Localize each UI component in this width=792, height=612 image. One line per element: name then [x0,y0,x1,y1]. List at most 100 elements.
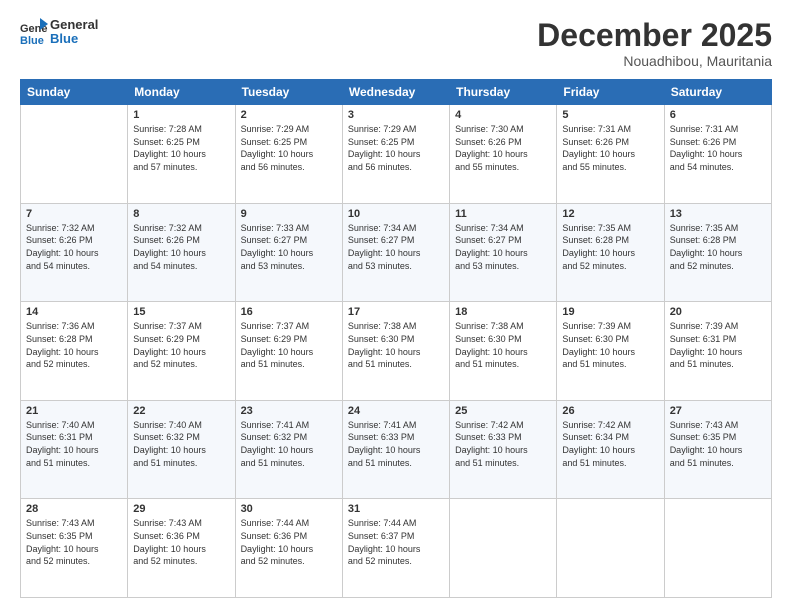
calendar-cell [450,499,557,598]
day-number: 11 [455,208,551,220]
calendar-table: SundayMondayTuesdayWednesdayThursdayFrid… [20,79,772,598]
day-number: 29 [133,503,229,515]
calendar-cell: 7 Sunrise: 7:32 AMSunset: 6:26 PMDaylight… [21,203,128,302]
day-number: 5 [562,109,658,121]
cell-content: Sunrise: 7:33 AMSunset: 6:27 PMDaylight:… [241,222,337,272]
header-day: Wednesday [342,80,449,105]
header: General Blue General Blue December 2025 … [20,18,772,69]
cell-content: Sunrise: 7:35 AMSunset: 6:28 PMDaylight:… [562,222,658,272]
title-block: December 2025 Nouadhibou, Mauritania [537,18,772,69]
cell-content: Sunrise: 7:36 AMSunset: 6:28 PMDaylight:… [26,320,122,370]
logo: General Blue General Blue [20,18,98,47]
day-number: 8 [133,208,229,220]
day-number: 20 [670,306,766,318]
header-day: Friday [557,80,664,105]
cell-content: Sunrise: 7:32 AMSunset: 6:26 PMDaylight:… [133,222,229,272]
calendar-week: 28 Sunrise: 7:43 AMSunset: 6:35 PMDayligh… [21,499,772,598]
day-number: 17 [348,306,444,318]
calendar-cell: 26Sunrise: 7:42 AMSunset: 6:34 PMDayligh… [557,400,664,499]
day-number: 6 [670,109,766,121]
calendar-cell: 27 Sunrise: 7:43 AMSunset: 6:35 PMDayligh… [664,400,771,499]
calendar-cell: 29 Sunrise: 7:43 AMSunset: 6:36 PMDayligh… [128,499,235,598]
cell-content: Sunrise: 7:42 AMSunset: 6:33 PMDaylight:… [455,419,551,469]
day-number: 24 [348,405,444,417]
cell-content: Sunrise: 7:34 AMSunset: 6:27 PMDaylight:… [348,222,444,272]
day-number: 10 [348,208,444,220]
day-number: 27 [670,405,766,417]
cell-content: Sunrise: 7:41 AMSunset: 6:32 PMDaylight:… [241,419,337,469]
calendar-cell: 2 Sunrise: 7:29 AMSunset: 6:25 PMDaylight… [235,105,342,204]
day-number: 19 [562,306,658,318]
header-day: Monday [128,80,235,105]
calendar-cell [664,499,771,598]
calendar-cell [557,499,664,598]
calendar-cell: 17Sunrise: 7:38 AMSunset: 6:30 PMDayligh… [342,302,449,401]
cell-content: Sunrise: 7:30 AMSunset: 6:26 PMDaylight:… [455,123,551,173]
header-day: Saturday [664,80,771,105]
calendar-cell: 6 Sunrise: 7:31 AMSunset: 6:26 PMDaylight… [664,105,771,204]
calendar-cell: 14Sunrise: 7:36 AMSunset: 6:28 PMDayligh… [21,302,128,401]
cell-content: Sunrise: 7:43 AMSunset: 6:35 PMDaylight:… [670,419,766,469]
calendar-cell: 25 Sunrise: 7:42 AMSunset: 6:33 PMDayligh… [450,400,557,499]
cell-content: Sunrise: 7:44 AMSunset: 6:36 PMDaylight:… [241,517,337,567]
svg-text:Blue: Blue [20,35,44,46]
cell-content: Sunrise: 7:43 AMSunset: 6:35 PMDaylight:… [26,517,122,567]
logo-icon: General Blue [20,18,48,46]
calendar-cell: 1 Sunrise: 7:28 AMSunset: 6:25 PMDaylight… [128,105,235,204]
calendar-week: 21Sunrise: 7:40 AMSunset: 6:31 PMDayligh… [21,400,772,499]
calendar-week: 14Sunrise: 7:36 AMSunset: 6:28 PMDayligh… [21,302,772,401]
cell-content: Sunrise: 7:29 AMSunset: 6:25 PMDaylight:… [241,123,337,173]
day-number: 1 [133,109,229,121]
day-number: 9 [241,208,337,220]
calendar-cell: 8 Sunrise: 7:32 AMSunset: 6:26 PMDaylight… [128,203,235,302]
day-number: 30 [241,503,337,515]
calendar-cell: 30 Sunrise: 7:44 AMSunset: 6:36 PMDayligh… [235,499,342,598]
cell-content: Sunrise: 7:31 AMSunset: 6:26 PMDaylight:… [670,123,766,173]
cell-content: Sunrise: 7:29 AMSunset: 6:25 PMDaylight:… [348,123,444,173]
cell-content: Sunrise: 7:39 AMSunset: 6:31 PMDaylight:… [670,320,766,370]
day-number: 13 [670,208,766,220]
day-number: 2 [241,109,337,121]
calendar-cell: 22Sunrise: 7:40 AMSunset: 6:32 PMDayligh… [128,400,235,499]
day-number: 25 [455,405,551,417]
day-number: 26 [562,405,658,417]
calendar-cell: 4 Sunrise: 7:30 AMSunset: 6:26 PMDaylight… [450,105,557,204]
day-number: 22 [133,405,229,417]
header-row: SundayMondayTuesdayWednesdayThursdayFrid… [21,80,772,105]
cell-content: Sunrise: 7:44 AMSunset: 6:37 PMDaylight:… [348,517,444,567]
cell-content: Sunrise: 7:39 AMSunset: 6:30 PMDaylight:… [562,320,658,370]
month-title: December 2025 [537,18,772,53]
calendar-cell: 3 Sunrise: 7:29 AMSunset: 6:25 PMDaylight… [342,105,449,204]
location: Nouadhibou, Mauritania [537,53,772,69]
header-day: Tuesday [235,80,342,105]
cell-content: Sunrise: 7:28 AMSunset: 6:25 PMDaylight:… [133,123,229,173]
calendar-week: 1 Sunrise: 7:28 AMSunset: 6:25 PMDaylight… [21,105,772,204]
logo-line1: General [50,18,98,32]
day-number: 4 [455,109,551,121]
logo-line2: Blue [50,32,98,46]
cell-content: Sunrise: 7:40 AMSunset: 6:31 PMDaylight:… [26,419,122,469]
day-number: 16 [241,306,337,318]
cell-content: Sunrise: 7:32 AMSunset: 6:26 PMDaylight:… [26,222,122,272]
page: General Blue General Blue December 2025 … [0,0,792,612]
cell-content: Sunrise: 7:37 AMSunset: 6:29 PMDaylight:… [241,320,337,370]
header-day: Thursday [450,80,557,105]
cell-content: Sunrise: 7:31 AMSunset: 6:26 PMDaylight:… [562,123,658,173]
calendar-cell: 9 Sunrise: 7:33 AMSunset: 6:27 PMDaylight… [235,203,342,302]
calendar-cell: 11Sunrise: 7:34 AMSunset: 6:27 PMDayligh… [450,203,557,302]
calendar-cell: 5 Sunrise: 7:31 AMSunset: 6:26 PMDaylight… [557,105,664,204]
calendar-cell: 13 Sunrise: 7:35 AMSunset: 6:28 PMDayligh… [664,203,771,302]
calendar-cell: 28 Sunrise: 7:43 AMSunset: 6:35 PMDayligh… [21,499,128,598]
cell-content: Sunrise: 7:43 AMSunset: 6:36 PMDaylight:… [133,517,229,567]
cell-content: Sunrise: 7:38 AMSunset: 6:30 PMDaylight:… [455,320,551,370]
day-number: 31 [348,503,444,515]
calendar-cell: 19 Sunrise: 7:39 AMSunset: 6:30 PMDayligh… [557,302,664,401]
day-number: 3 [348,109,444,121]
calendar-cell: 24Sunrise: 7:41 AMSunset: 6:33 PMDayligh… [342,400,449,499]
calendar-cell [21,105,128,204]
day-number: 7 [26,208,122,220]
calendar-cell: 18Sunrise: 7:38 AMSunset: 6:30 PMDayligh… [450,302,557,401]
day-number: 28 [26,503,122,515]
day-number: 15 [133,306,229,318]
cell-content: Sunrise: 7:35 AMSunset: 6:28 PMDaylight:… [670,222,766,272]
